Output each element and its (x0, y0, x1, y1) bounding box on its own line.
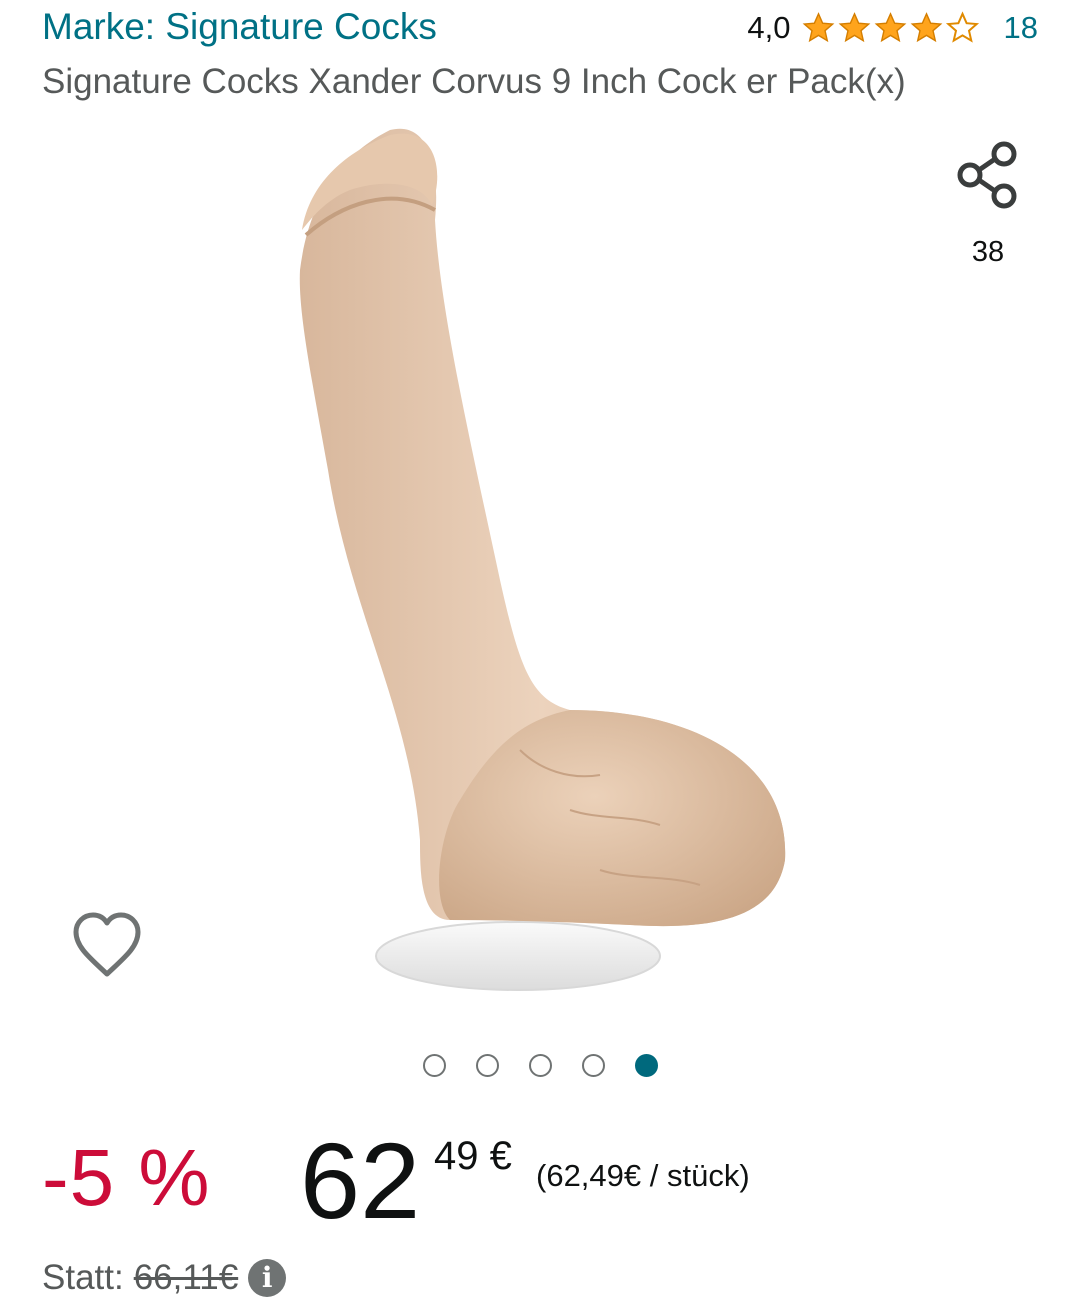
star-filled-icon (874, 12, 906, 43)
info-icon[interactable]: i (248, 1259, 287, 1297)
share-icon (957, 141, 1017, 209)
rating-value: 4,0 (747, 10, 791, 45)
discount-percentage: -5 % (42, 1133, 211, 1222)
heart-outline-icon[interactable] (70, 910, 144, 982)
pagination-dot[interactable] (422, 1054, 446, 1077)
pagination-dot[interactable] (475, 1054, 499, 1077)
star-filled-icon (802, 12, 834, 43)
rating-summary[interactable]: 4,0 18 (747, 10, 1038, 46)
list-price-amount: 66,11€ (133, 1258, 239, 1297)
price-whole: 62 (300, 1120, 421, 1241)
pagination-dot[interactable] (581, 1054, 605, 1077)
star-filled-icon (910, 12, 942, 43)
rating-count-link[interactable]: 18 (1004, 10, 1038, 46)
star-empty-icon (945, 11, 979, 43)
brand-link[interactable]: Marke: Signature Cocks (42, 6, 437, 48)
list-price: Statt: 66,11€ i (42, 1258, 287, 1298)
rating-stars (801, 11, 980, 45)
image-pagination (0, 1054, 1080, 1077)
list-price-label: Statt: (42, 1258, 124, 1297)
price-fraction: 49 € (434, 1134, 512, 1178)
share-button[interactable]: 38 (950, 140, 1026, 269)
product-image[interactable] (270, 110, 810, 1010)
product-title: Signature Cocks Xander Corvus 9 Inch Coc… (42, 62, 906, 101)
pagination-dot-active[interactable] (634, 1054, 658, 1077)
share-count: 38 (971, 236, 1005, 268)
star-filled-icon (838, 12, 870, 43)
pagination-dot[interactable] (528, 1054, 552, 1077)
unit-price: (62,49€ / stück) (536, 1158, 750, 1193)
